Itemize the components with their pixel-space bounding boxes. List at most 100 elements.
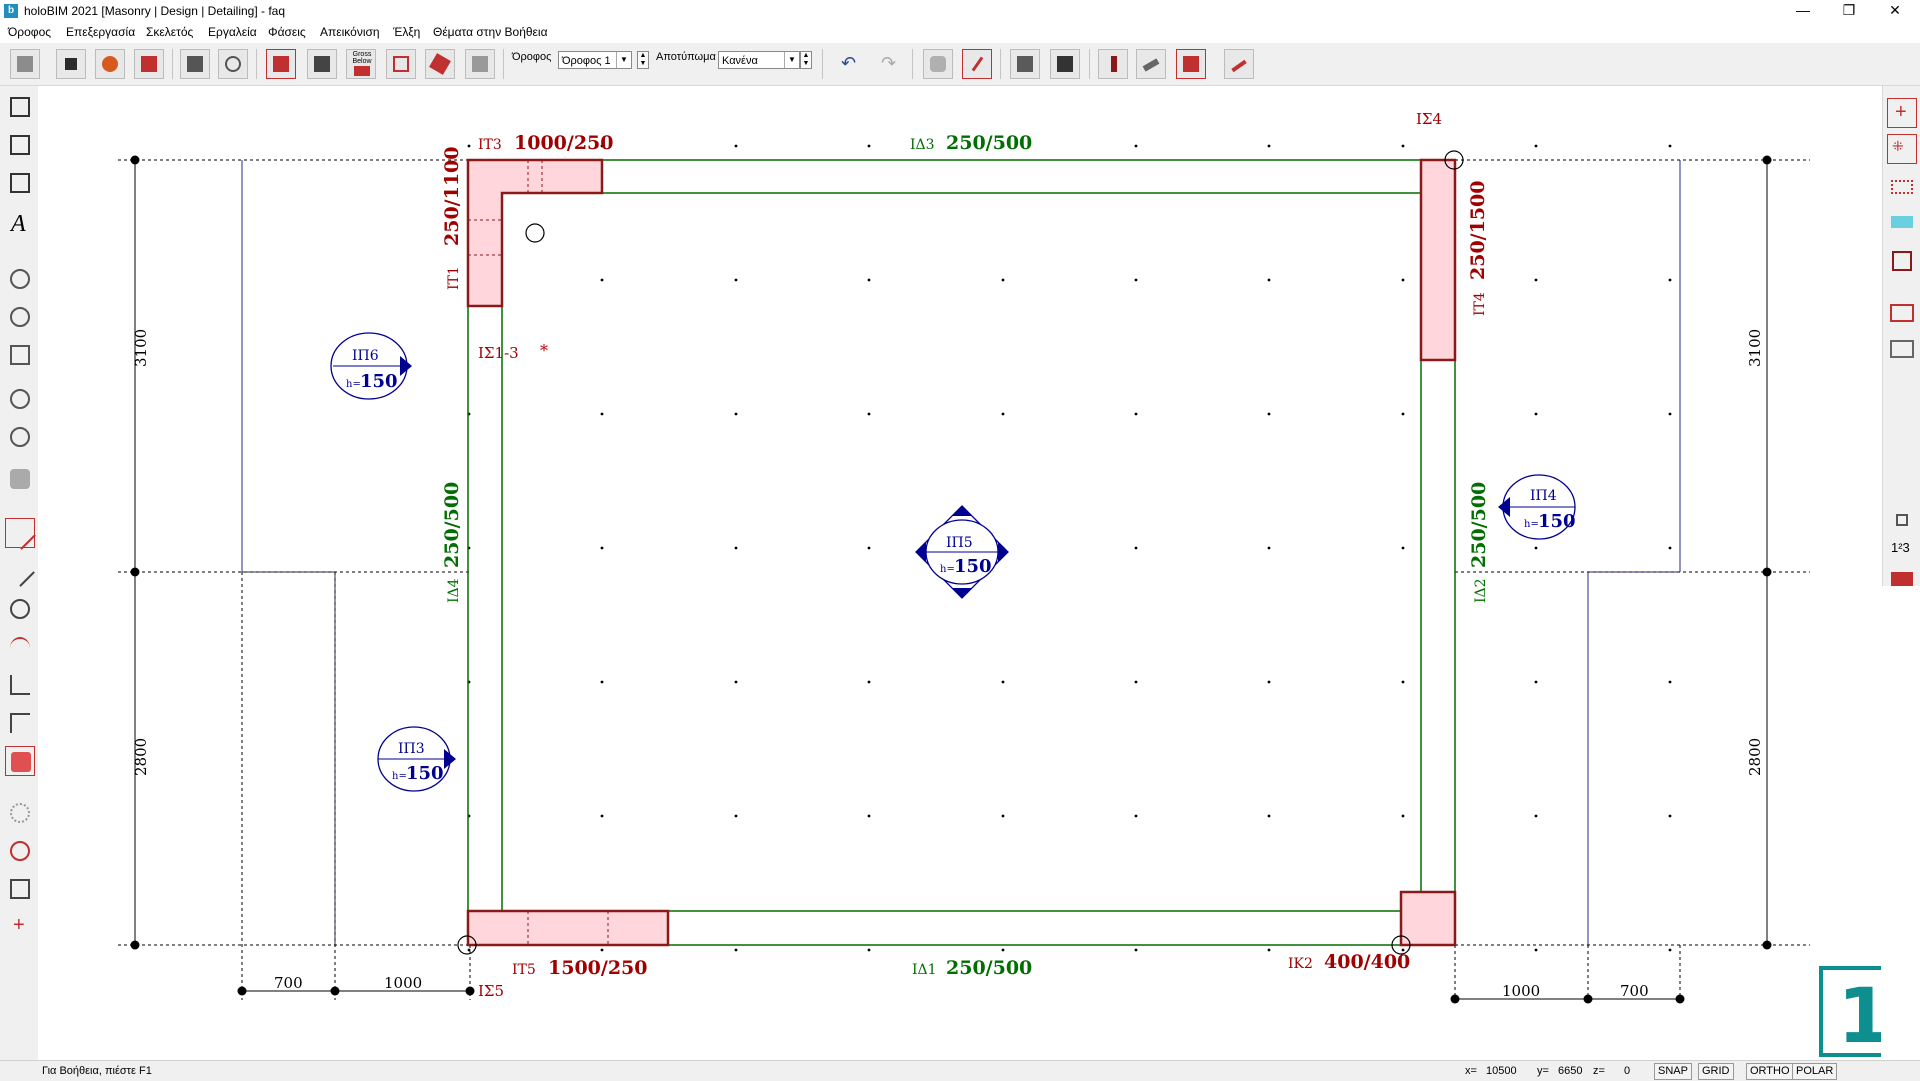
slab-name: ΙΠ4	[1530, 488, 1557, 504]
result-select[interactable]: Κανένα ▼	[718, 51, 800, 69]
grid-dot	[1401, 412, 1405, 416]
minimize-button[interactable]: —	[1780, 0, 1826, 22]
menu-skeleton[interactable]: Σκελετός	[146, 25, 193, 39]
slab-h: 150	[954, 556, 992, 577]
eraser-icon[interactable]	[5, 746, 35, 776]
wall-pattern-icon[interactable]	[465, 49, 495, 79]
y-label: y=	[1537, 1065, 1549, 1077]
slab-name: ΙΠ6	[352, 348, 379, 364]
menu-view[interactable]: Απεικόνιση	[320, 25, 380, 39]
3d-view-icon[interactable]	[1010, 49, 1040, 79]
result-spinner[interactable]: ▲ ▼	[800, 51, 812, 69]
slab-h: 150	[360, 371, 398, 392]
ortho-toggle[interactable]: ORTHO	[1746, 1063, 1794, 1080]
restore-button[interactable]: ❐	[1826, 0, 1872, 22]
redo-icon[interactable]: ↷	[874, 49, 904, 79]
building-icon[interactable]	[10, 49, 40, 79]
snap-plus-icon[interactable]: +	[1887, 98, 1917, 128]
floor-number: 1	[1838, 971, 1881, 1060]
close-button[interactable]: ✕	[1872, 0, 1918, 22]
dim-bottom-left-a: 700	[274, 974, 303, 992]
edit-wall-icon[interactable]	[5, 168, 35, 198]
menu-bar: Όροφος Επεξεργασία Σκελετός Εργαλεία Φάσ…	[0, 22, 1920, 42]
menu-help-topics[interactable]: Θέματα στην Βοήθεια	[433, 25, 548, 39]
compact-icon[interactable]	[1887, 298, 1917, 328]
snap-grid-icon[interactable]: ⁜	[1887, 134, 1917, 164]
menu-drag[interactable]: Έλξη	[393, 25, 420, 39]
text-icon[interactable]: A	[5, 210, 35, 240]
book-icon[interactable]	[5, 874, 35, 904]
zoom-window-icon[interactable]	[5, 264, 35, 294]
line-icon[interactable]	[5, 518, 36, 550]
floor-spinner[interactable]: ▲ ▼	[637, 51, 649, 69]
window-title: holoBIM 2021 [Masonry | Design | Detaili…	[24, 4, 286, 18]
zdw-icon[interactable]	[1887, 334, 1917, 364]
stair-icon[interactable]	[1224, 49, 1254, 79]
gross-below-icon[interactable]: Gross Below	[346, 49, 376, 79]
snap-toggle[interactable]: SNAP	[1654, 1063, 1692, 1080]
dotted-rect-icon[interactable]	[1887, 172, 1917, 202]
cut-icon[interactable]	[425, 49, 455, 79]
preview-icon[interactable]	[218, 49, 248, 79]
close-doc-icon[interactable]	[134, 49, 164, 79]
floor-select[interactable]: Όροφος 1 ▼	[558, 51, 632, 69]
undo-icon[interactable]: ↶	[834, 49, 864, 79]
grid-dot	[1267, 546, 1271, 550]
zoom-plus-icon[interactable]	[5, 422, 35, 452]
section-icon[interactable]	[266, 49, 296, 79]
print-icon[interactable]	[180, 49, 210, 79]
numbering-label: 1²3	[1891, 540, 1910, 555]
grid-dot	[1534, 814, 1538, 818]
pencil-icon[interactable]	[962, 49, 992, 79]
drawing-canvas[interactable]: 3100 2800 3100 2800 700 1000 1000 700 ΙΤ…	[38, 86, 1881, 1060]
chevron-down-icon: ▼	[616, 52, 631, 68]
column-icon[interactable]	[1098, 49, 1128, 79]
fillet-icon[interactable]	[5, 708, 35, 738]
arc-icon[interactable]	[5, 632, 35, 662]
polar-toggle[interactable]: POLAR	[1792, 1063, 1838, 1080]
zoom-extents-icon[interactable]	[5, 340, 35, 370]
grid-dot	[1267, 680, 1271, 684]
sun-icon[interactable]	[5, 798, 35, 828]
delete-icon[interactable]	[386, 49, 416, 79]
slab-icon[interactable]	[1176, 49, 1206, 79]
grid-dot	[1668, 278, 1672, 282]
circle-icon[interactable]	[5, 594, 35, 624]
beam-icon[interactable]	[1136, 49, 1166, 79]
zoom-in-icon[interactable]	[5, 384, 35, 414]
facade-icon[interactable]	[1050, 49, 1080, 79]
grid-dot	[1134, 814, 1138, 818]
grid-dot	[1401, 144, 1405, 148]
pan-hand-icon[interactable]	[923, 49, 953, 79]
edit-column-icon[interactable]	[5, 130, 35, 160]
polyline-icon[interactable]	[5, 556, 35, 587]
menu-floor[interactable]: Όροφος	[8, 25, 51, 39]
result-select-value: Κανένα	[722, 55, 758, 67]
x-value: 10500	[1486, 1065, 1517, 1077]
wall-it5	[466, 909, 670, 947]
edit-beam-icon[interactable]	[5, 92, 35, 122]
grid-toggle[interactable]: GRID	[1698, 1063, 1734, 1080]
grid-dot	[1001, 948, 1005, 952]
save-icon[interactable]	[56, 49, 86, 79]
perpendicular-icon[interactable]	[5, 670, 35, 700]
slab-h-prefix: h=	[940, 564, 955, 575]
zoom-center-icon[interactable]	[5, 302, 35, 332]
gears-icon[interactable]	[95, 49, 125, 79]
cross-icon[interactable]: +	[5, 912, 35, 942]
slab-h-prefix: h=	[392, 771, 407, 782]
grid-dot	[1267, 814, 1271, 818]
lock-icon[interactable]	[1887, 506, 1917, 536]
menu-edit[interactable]: Επεξεργασία	[66, 25, 135, 39]
menu-phases[interactable]: Φάσεις	[268, 25, 306, 39]
elevation-icon[interactable]	[1887, 208, 1917, 238]
fill-rect-icon[interactable]	[1887, 246, 1917, 276]
trim-icon[interactable]	[307, 49, 337, 79]
steps-icon[interactable]	[1887, 564, 1917, 594]
label-ik2: ΙΚ2	[1288, 956, 1313, 972]
grid-dot	[1134, 546, 1138, 550]
menu-tools[interactable]: Εργαλεία	[208, 25, 257, 39]
magnet-icon[interactable]	[5, 836, 35, 866]
pan-icon[interactable]	[5, 464, 35, 494]
numbering-icon[interactable]: 1²3	[1887, 534, 1917, 564]
